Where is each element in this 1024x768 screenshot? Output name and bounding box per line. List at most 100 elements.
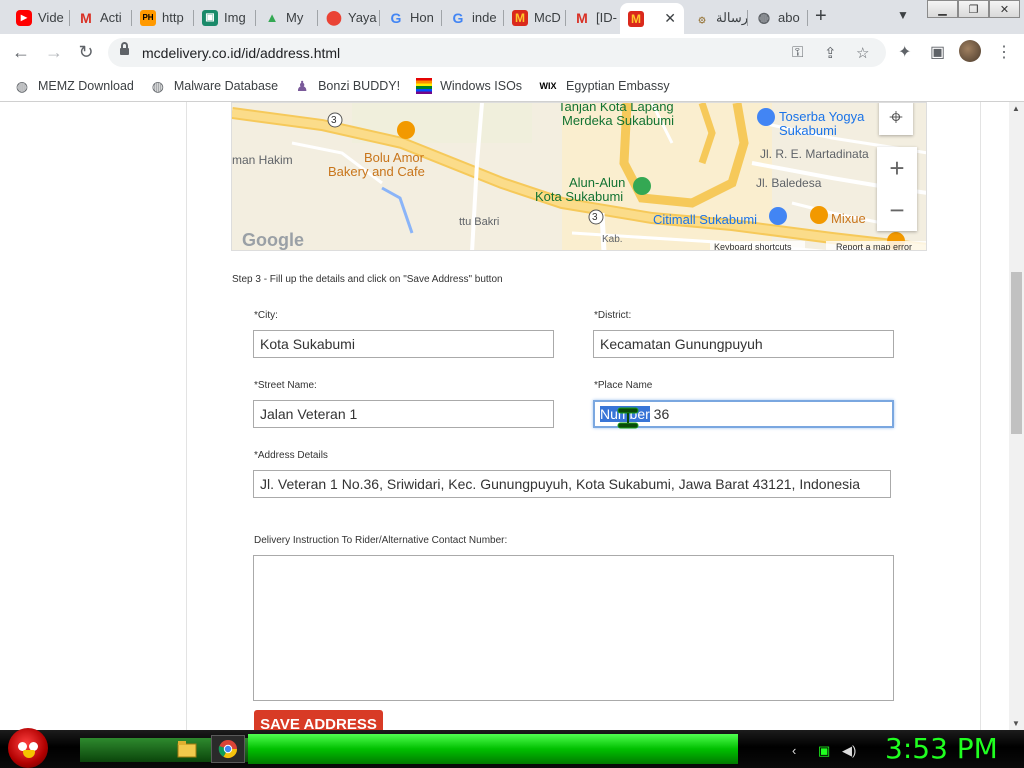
map-label-baledesa: Jl. Baledesa — [756, 176, 822, 190]
map-label-alun-2: Kota Sukabumi — [535, 189, 624, 204]
globe-icon: ◍ — [151, 77, 164, 94]
taskbar — [0, 730, 1024, 768]
tab-label: McD — [534, 10, 561, 25]
globe-icon: ◍ — [757, 9, 771, 25]
avatar[interactable] — [959, 40, 981, 62]
tab-label: Acti — [100, 10, 122, 25]
bonzi-icon: ♟ — [295, 77, 309, 94]
bookmark-label: MEMZ Download — [38, 79, 134, 93]
tab-label: Hon — [410, 10, 434, 25]
delivery-instruction-textarea[interactable] — [253, 555, 894, 701]
drive-icon: ▲ — [265, 10, 279, 25]
chrome-taskbar-icon[interactable] — [211, 735, 245, 763]
tab-google-index[interactable]: G inde — [442, 4, 504, 31]
bookmark-memz[interactable]: ◍ MEMZ Download — [14, 78, 134, 94]
tab-label: inde — [472, 10, 497, 25]
report-map-error-link[interactable]: Report a map error — [836, 240, 912, 250]
tab-about[interactable]: ◍ abo — [748, 4, 808, 31]
google-logo: Google — [242, 230, 304, 250]
window-controls: ▁ ❐ ✕ — [927, 0, 1020, 18]
bookmark-windows-isos[interactable]: Windows ISOs — [416, 78, 522, 94]
tab-label: abo — [778, 10, 800, 25]
keyboard-shortcuts-link[interactable]: Keyboard shortcuts — [714, 240, 792, 250]
network-icon[interactable]: ▣ — [818, 743, 830, 759]
map-label-martadinata: Jl. R. E. Martadinata — [760, 147, 869, 161]
globe-icon: ◍ — [15, 77, 29, 94]
city-label: *City: — [254, 310, 278, 321]
map-label-bolu-2: Bakery and Cafe — [328, 164, 425, 179]
scroll-up-icon[interactable]: ▲ — [1012, 104, 1020, 113]
district-field[interactable]: Kecamatan Gunungpuyuh — [593, 330, 894, 358]
zoom-in-icon[interactable]: + — [877, 147, 917, 189]
map-label-toserba-2: Sukabumi — [779, 123, 837, 138]
lock-icon — [120, 42, 129, 57]
page-scrollbar[interactable]: ▲ ▼ — [1009, 102, 1024, 730]
tab-ph[interactable]: PH http — [132, 4, 194, 31]
route-3-label: 3 — [592, 212, 598, 223]
tray-chevron-icon[interactable]: ‹ — [792, 743, 796, 758]
tab-search-chevron-icon[interactable]: ▼ — [897, 8, 909, 22]
delivery-instruction-label: Delivery Instruction To Rider/Alternativ… — [254, 535, 508, 546]
bookmark-bonzi[interactable]: ♟ Bonzi BUDDY! — [294, 78, 400, 94]
tab-gmail-activity[interactable]: M Acti — [70, 4, 132, 31]
minimize-icon[interactable]: ▁ — [927, 0, 958, 18]
bookmark-malware-db[interactable]: ◍ Malware Database — [150, 78, 278, 94]
street-name-field[interactable]: Jalan Veteran 1 — [253, 400, 554, 428]
bookmark-label: Malware Database — [173, 79, 279, 93]
scroll-down-icon[interactable]: ▼ — [1012, 719, 1020, 728]
browser-toolbar: ← → ↻ mcdelivery.co.id/id/address.html ⚿… — [0, 34, 1024, 71]
tab-label: Yaya — [348, 10, 377, 25]
tab-arabic[interactable]: ۞ رسالة — [686, 4, 748, 31]
volume-icon[interactable]: ◀) — [842, 743, 856, 759]
zoom-out-icon[interactable]: − — [877, 189, 917, 231]
bookmark-egyptian-embassy[interactable]: WIX Egyptian Embassy — [538, 78, 670, 94]
map-label-alun: Alun-Alun — [569, 175, 626, 190]
menu-icon[interactable]: ⋮ — [996, 42, 1012, 62]
side-panel-icon[interactable]: ▣ — [930, 42, 945, 62]
taskbar-bar — [248, 734, 738, 764]
reload-icon[interactable]: ↻ — [75, 42, 97, 63]
key-icon[interactable]: ⚿ — [792, 44, 803, 61]
city-field[interactable]: Kota Sukabumi — [253, 330, 554, 358]
tab-strip: ▶ Vide M Acti PH http ▣ Img ▲ My ⬤ Yaya … — [0, 0, 1024, 34]
district-value: Kecamatan Gunungpuyuh — [600, 336, 763, 352]
scrollbar-thumb[interactable] — [1011, 272, 1022, 434]
address-bar[interactable]: mcdelivery.co.id/id/address.html ⚿ ⇪ ☆ — [108, 38, 886, 67]
tab-maps[interactable]: ⬤ Yaya — [318, 4, 380, 31]
new-tab-icon[interactable]: + — [815, 5, 827, 28]
start-button[interactable] — [8, 728, 48, 768]
tab-img[interactable]: ▣ Img — [194, 4, 256, 31]
map-label-toserba: Toserba Yogya — [779, 109, 865, 124]
close-tab-icon[interactable]: ✕ — [664, 10, 676, 27]
map-label-bolu: Bolu Amor — [364, 150, 424, 165]
file-explorer-icon[interactable] — [174, 737, 200, 761]
close-window-icon[interactable]: ✕ — [989, 0, 1020, 18]
save-address-button[interactable]: SAVE ADDRESS — [254, 710, 383, 730]
back-icon[interactable]: ← — [10, 42, 32, 63]
address-details-value: Jl. Veteran 1 No.36, Sriwidari, Kec. Gun… — [260, 476, 861, 492]
share-icon[interactable]: ⇪ — [824, 44, 837, 62]
tab-drive[interactable]: ▲ My — [256, 4, 318, 31]
forward-icon[interactable]: → — [43, 42, 65, 63]
extensions-icon[interactable]: ✦ — [898, 42, 911, 62]
youtube-icon: ▶ — [16, 9, 32, 26]
map-zoom-control: + − — [877, 147, 917, 231]
tab-mcd[interactable]: M McD — [504, 4, 566, 31]
tab-videos[interactable]: ▶ Vide — [8, 4, 70, 31]
location-map[interactable]: 3 3 Tanjan Kota Lapang Merdeka Sukabumi … — [231, 102, 927, 251]
restore-icon[interactable]: ❐ — [958, 0, 989, 18]
address-details-field[interactable]: Jl. Veteran 1 No.36, Sriwidari, Kec. Gun… — [253, 470, 891, 498]
taskbar-clock[interactable]: 3:53 PM — [885, 732, 998, 765]
tab-mcdelivery-active[interactable]: M ✕ — [620, 3, 684, 34]
place-name-label: *Place Name — [594, 380, 653, 391]
google-icon: G — [452, 9, 464, 26]
street-name-label: *Street Name: — [254, 380, 317, 391]
tab-gmail-id[interactable]: M [ID- — [566, 4, 620, 31]
star-icon[interactable]: ☆ — [856, 44, 869, 62]
wix-icon: WIX — [539, 81, 557, 91]
my-location-icon[interactable]: ⌖ — [879, 103, 913, 135]
arabic-site-icon: ۞ — [698, 10, 706, 25]
route-3-label: 3 — [331, 115, 337, 126]
tab-google-home[interactable]: G Hon — [380, 4, 442, 31]
map-label-kab: Kab. — [602, 234, 623, 245]
